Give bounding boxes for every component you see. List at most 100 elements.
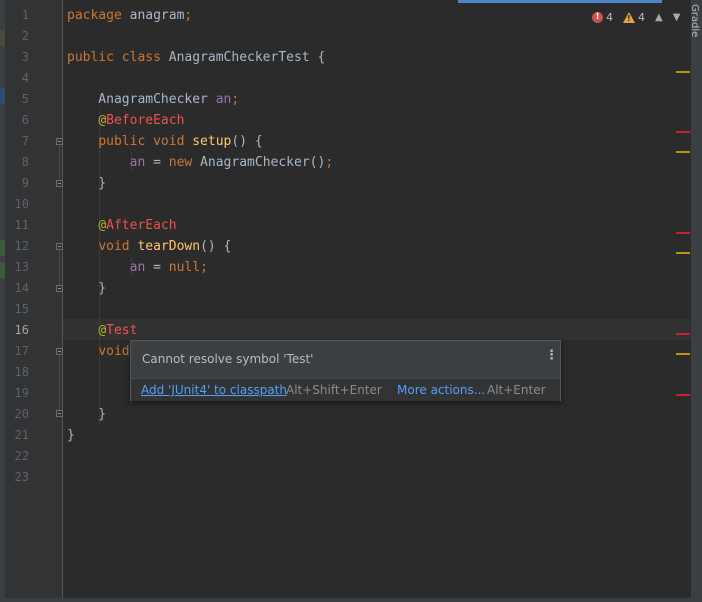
code-token: tearDown xyxy=(137,239,201,254)
line-number[interactable]: 9 xyxy=(5,173,29,194)
code-line[interactable]: public class AnagramCheckerTest { xyxy=(67,47,325,68)
line-number[interactable]: 10 xyxy=(5,194,29,215)
line-number[interactable]: 23 xyxy=(5,467,29,488)
code-line[interactable]: } xyxy=(67,173,106,194)
warning-triangle-icon: ! xyxy=(623,11,635,23)
line-number[interactable]: 5 xyxy=(5,89,29,110)
gradle-tool-button[interactable]: Gradle xyxy=(689,4,700,37)
code-line[interactable]: } xyxy=(67,278,106,299)
line-number-gutter[interactable]: 1 2 3 4 5 6 7 8 9 10 11 12 13 14 15 16 17 18 19 20 21 22 23 xyxy=(5,0,63,598)
right-tool-window-bar[interactable]: Gradle xyxy=(689,0,702,602)
code-line[interactable]: void xyxy=(67,341,129,362)
code-line[interactable]: package anagram; xyxy=(67,5,192,26)
code-line[interactable]: an = null; xyxy=(67,257,208,278)
code-token: public void xyxy=(98,134,193,149)
code-token: BeforeEach xyxy=(106,113,185,128)
code-token: } xyxy=(67,281,107,296)
inspection-widget[interactable]: ! 4 ! 4 ▲ ▼ xyxy=(592,9,680,25)
fold-toggle[interactable] xyxy=(56,348,63,355)
fold-toggle[interactable] xyxy=(56,285,63,292)
error-count: 4 xyxy=(606,10,613,24)
line-number[interactable]: 20 xyxy=(5,404,29,425)
more-actions-link[interactable]: More actions... xyxy=(397,383,485,397)
code-token: ; xyxy=(231,92,240,107)
code-editor[interactable]: package anagram; public class AnagramChec… xyxy=(63,0,690,598)
error-stripe-mark[interactable] xyxy=(676,394,690,396)
code-token: AnagramChecker xyxy=(67,92,216,107)
chevron-up-icon[interactable]: ▲ xyxy=(655,12,663,23)
fold-guide xyxy=(59,146,60,183)
line-number[interactable]: 16 xyxy=(5,320,29,341)
code-token: = xyxy=(145,260,169,275)
line-number[interactable]: 22 xyxy=(5,446,29,467)
error-stripe-mark[interactable] xyxy=(676,333,690,335)
fold-guide xyxy=(59,356,60,414)
line-number[interactable]: 8 xyxy=(5,152,29,173)
line-number[interactable]: 14 xyxy=(5,278,29,299)
line-number[interactable]: 1 xyxy=(5,5,29,26)
code-line[interactable]: AnagramChecker an; xyxy=(67,89,239,110)
add-junit4-classpath-link[interactable]: Add 'JUnit4' to classpath xyxy=(141,383,287,397)
line-number[interactable]: 4 xyxy=(5,68,29,89)
error-stripe-scrollbar[interactable] xyxy=(672,0,690,598)
fold-toggle[interactable] xyxy=(56,243,63,250)
error-stripe-mark[interactable] xyxy=(676,232,690,234)
code-token: an xyxy=(129,155,146,170)
code-token: } xyxy=(67,176,107,191)
editor-tab-indicator xyxy=(458,0,662,3)
warning-stripe-mark[interactable] xyxy=(676,252,690,254)
code-token: Test xyxy=(106,323,138,338)
code-line[interactable]: an = new AnagramChecker(); xyxy=(67,152,334,173)
fold-toggle[interactable] xyxy=(56,410,63,417)
code-line[interactable]: } xyxy=(67,425,75,446)
line-number[interactable]: 2 xyxy=(5,26,29,47)
code-line[interactable]: @BeforeEach xyxy=(67,110,184,131)
code-token: setup xyxy=(192,134,232,149)
code-token: an xyxy=(129,260,146,275)
error-stripe-mark[interactable] xyxy=(676,131,690,133)
line-number[interactable]: 17 xyxy=(5,341,29,362)
line-number[interactable]: 21 xyxy=(5,425,29,446)
fold-toggle[interactable] xyxy=(56,138,63,145)
line-number[interactable]: 18 xyxy=(5,362,29,383)
code-token: package xyxy=(67,8,130,23)
warning-stripe-mark[interactable] xyxy=(676,151,690,153)
code-token: ; xyxy=(184,8,193,23)
warning-stripe-mark[interactable] xyxy=(676,71,690,73)
error-circle-icon: ! xyxy=(592,11,603,23)
code-token: new xyxy=(168,155,201,170)
warning-stripe-mark[interactable] xyxy=(676,353,690,355)
more-actions-shortcut: Alt+Enter xyxy=(487,383,546,397)
code-line[interactable]: void tearDown() { xyxy=(67,236,231,257)
line-number[interactable]: 6 xyxy=(5,110,29,131)
error-tooltip-popup: Cannot resolve symbol 'Test' ⋮ Add 'JUni… xyxy=(130,340,561,401)
code-token: } xyxy=(67,407,107,422)
code-line[interactable]: @AfterEach xyxy=(67,215,176,236)
code-token: } xyxy=(67,428,75,443)
line-number[interactable]: 12 xyxy=(5,236,29,257)
line-number[interactable]: 3 xyxy=(5,47,29,68)
code-token: () { xyxy=(231,134,263,149)
bottom-border xyxy=(0,598,702,602)
fold-toggle[interactable] xyxy=(56,180,63,187)
code-token: ; xyxy=(325,155,334,170)
line-number[interactable]: 15 xyxy=(5,299,29,320)
code-token: an xyxy=(215,92,232,107)
line-number[interactable]: 19 xyxy=(5,383,29,404)
line-number[interactable]: 11 xyxy=(5,215,29,236)
code-token: @ xyxy=(98,113,107,128)
code-line[interactable]: } xyxy=(67,404,106,425)
line-number[interactable]: 13 xyxy=(5,257,29,278)
vertical-dots-icon[interactable]: ⋮ xyxy=(545,349,558,362)
code-token: AnagramCheckerTest { xyxy=(168,50,326,65)
code-line[interactable]: public void setup() { xyxy=(67,131,263,152)
line-number[interactable]: 7 xyxy=(5,131,29,152)
add-junit4-shortcut: Alt+Shift+Enter xyxy=(286,383,382,397)
code-line[interactable]: @Test xyxy=(67,320,137,341)
